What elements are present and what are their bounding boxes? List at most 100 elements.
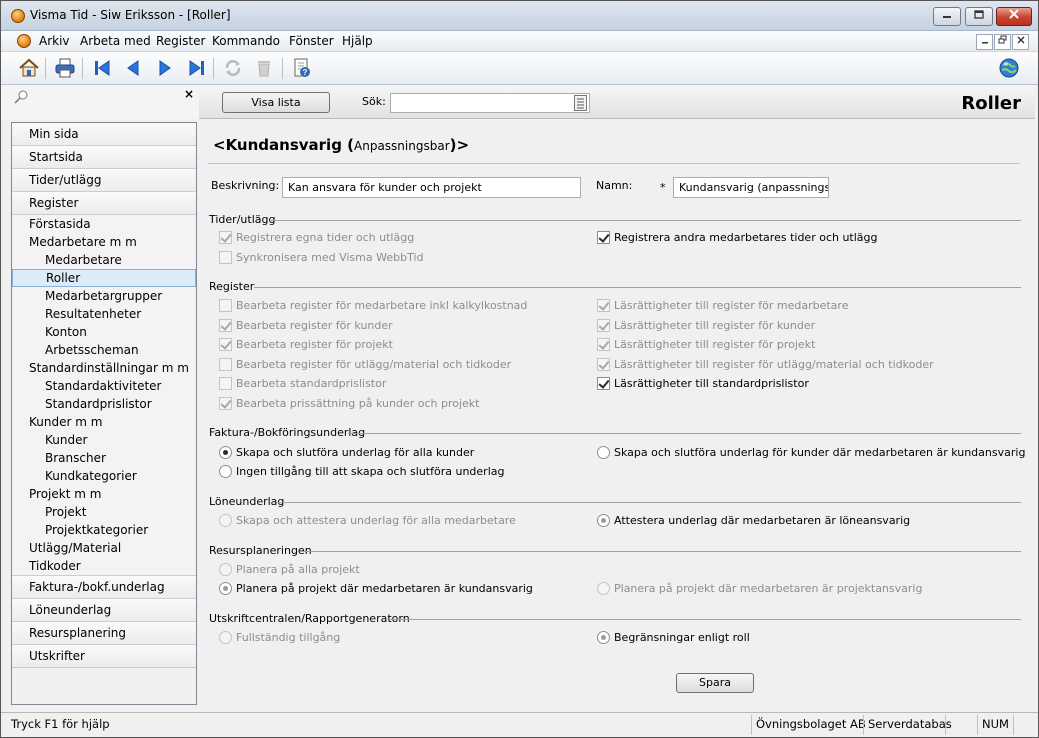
nav-loneunderlag[interactable]: Löneunderlag — [12, 599, 196, 622]
last-record-button[interactable] — [186, 57, 208, 79]
radio-faktura-ingen-tillgang[interactable]: Ingen tillgång till att skapa och slutfö… — [219, 463, 504, 479]
save-button[interactable]: Spara — [676, 673, 754, 693]
nav-projektkategorier[interactable]: Projektkategorier — [12, 521, 196, 539]
menu-app-icon[interactable] — [17, 34, 31, 48]
checkbox-registrera-andras-tider[interactable]: Registrera andra medarbetares tider och … — [597, 229, 878, 245]
home-button[interactable] — [18, 57, 40, 79]
nav-konton[interactable]: Konton — [12, 323, 196, 341]
nav-standardaktiviteter[interactable]: Standardaktiviteter — [12, 377, 196, 395]
nav-standardprislistor[interactable]: Standardprislistor — [12, 395, 196, 413]
delete-button[interactable] — [253, 57, 275, 79]
checkbox-bearbeta-prislistor[interactable]: Bearbeta standardprislistor — [219, 375, 386, 391]
status-bar: Tryck F1 för hjälp Övningsbolaget AB Ser… — [1, 712, 1038, 737]
nav-kundkategorier[interactable]: Kundkategorier — [12, 467, 196, 485]
menu-arbeta-med[interactable]: Arbeta med — [80, 34, 151, 48]
list-icon[interactable] — [574, 95, 587, 111]
nav-utlagg-material[interactable]: Utlägg/Material — [12, 539, 196, 557]
nav-arbetsscheman[interactable]: Arbetsscheman — [12, 341, 196, 359]
nav-medarbetare[interactable]: Medarbetare — [12, 251, 196, 269]
radio-resurs-projektansvarig[interactable]: Planera på projekt där medarbetaren är p… — [597, 580, 922, 596]
print-button[interactable] — [54, 57, 76, 79]
mdi-minimize-button[interactable] — [976, 34, 993, 50]
group-loneunderlag: Löneunderlag — [209, 495, 285, 508]
menu-arkiv[interactable]: Arkiv — [39, 34, 70, 48]
close-icon — [1009, 9, 1019, 19]
menu-kommando[interactable]: Kommando — [212, 34, 280, 48]
description-field[interactable]: Kan ansvara för kunder och projekt — [282, 177, 581, 198]
nav-medarbetare-mm[interactable]: Medarbetare m m — [12, 233, 196, 251]
checkbox-las-medarbetare[interactable]: Läsrättigheter till register för medarbe… — [597, 297, 848, 313]
radio-faktura-alla-kunder[interactable]: Skapa och slutföra underlag för alla kun… — [219, 444, 474, 460]
nav-tider-utlagg[interactable]: Tider/utlägg — [12, 169, 196, 192]
sidebar-close-icon[interactable]: × — [184, 87, 194, 101]
mdi-restore-button[interactable] — [994, 34, 1011, 50]
group-resursplanering: Resursplaneringen — [209, 544, 312, 557]
svg-text:?: ? — [303, 68, 308, 77]
nav-startsida[interactable]: Startsida — [12, 146, 196, 169]
description-label: Beskrivning: — [211, 179, 280, 192]
checkbox-synkronisera-webbtid[interactable]: Synkronisera med Visma WebbTid — [219, 249, 424, 265]
sidebar-header: × — [1, 85, 199, 119]
radio-resurs-kundansvarig[interactable]: Planera på projekt där medarbetaren är k… — [219, 580, 533, 596]
nav-kunder[interactable]: Kunder — [12, 431, 196, 449]
menu-hjalp[interactable]: Hjälp — [342, 34, 373, 48]
web-icon — [999, 58, 1019, 78]
nav-standardinstallningar-mm[interactable]: Standardinställningar m m — [12, 359, 196, 377]
group-utskrift: Utskriftcentralen/Rapportgeneratorn — [209, 612, 410, 625]
nav-forstasida[interactable]: Förstasida — [12, 215, 196, 233]
nav-kunder-mm[interactable]: Kunder m m — [12, 413, 196, 431]
nav-medarbetargrupper[interactable]: Medarbetargrupper — [12, 287, 196, 305]
first-record-button[interactable] — [91, 57, 113, 79]
previous-record-button[interactable] — [122, 57, 144, 79]
web-button[interactable] — [998, 57, 1020, 79]
checkbox-las-kunder[interactable]: Läsrättigheter till register för kunder — [597, 317, 815, 333]
radio-utskrift-begransningar[interactable]: Begränsningar enligt roll — [597, 629, 750, 645]
nav-resursplanering[interactable]: Resursplanering — [12, 622, 196, 645]
nav-projekt-mm[interactable]: Projekt m m — [12, 485, 196, 503]
nav-faktura-bokf-underlag[interactable]: Faktura-/bokf.underlag — [12, 576, 196, 599]
checkbox-bearbeta-projekt[interactable]: Bearbeta register för projekt — [219, 336, 393, 352]
nav-projekt[interactable]: Projekt — [12, 503, 196, 521]
radio-resurs-alla-projekt[interactable]: Planera på alla projekt — [219, 561, 360, 577]
checkbox-bearbeta-prissattning[interactable]: Bearbeta prissättning på kunder och proj… — [219, 395, 479, 411]
checkbox-las-projekt[interactable]: Läsrättigheter till register för projekt — [597, 336, 815, 352]
checkbox-registrera-egna-tider[interactable]: Registrera egna tider och utlägg — [219, 229, 414, 245]
checkbox-las-prislistor[interactable]: Läsrättigheter till standardprislistor — [597, 375, 809, 391]
close-button[interactable] — [996, 7, 1032, 26]
nav-register[interactable]: Register — [12, 192, 196, 215]
page-title: Roller — [961, 93, 1021, 114]
checkbox-las-utlagg[interactable]: Läsrättigheter till register för utlägg/… — [597, 356, 934, 372]
pin-icon[interactable] — [13, 89, 29, 105]
nav-roller[interactable]: Roller — [12, 269, 196, 287]
checkbox-bearbeta-utlagg[interactable]: Bearbeta register för utlägg/material oc… — [219, 356, 511, 372]
mdi-close-button[interactable] — [1012, 34, 1029, 50]
minimize-button[interactable] — [933, 7, 961, 26]
status-database: Serverdatabas — [863, 715, 952, 735]
nav-branscher[interactable]: Branscher — [12, 449, 196, 467]
checkbox-bearbeta-kunder[interactable]: Bearbeta register för kunder — [219, 317, 393, 333]
search-input[interactable] — [390, 93, 590, 113]
name-label: Namn: — [596, 179, 633, 192]
next-record-button[interactable] — [154, 57, 176, 79]
nav-resultatenheter[interactable]: Resultatenheter — [12, 305, 196, 323]
radio-lone-alla[interactable]: Skapa och attestera underlag för alla me… — [219, 512, 516, 528]
close-icon — [1017, 36, 1024, 44]
show-list-button[interactable]: Visa lista — [222, 92, 330, 113]
menu-fonster[interactable]: Fönster — [289, 34, 334, 48]
maximize-button[interactable] — [965, 7, 993, 26]
refresh-button[interactable] — [222, 57, 244, 79]
status-grip — [1013, 715, 1037, 735]
radio-faktura-kundansvarig[interactable]: Skapa och slutföra underlag för kunder d… — [597, 444, 1025, 460]
radio-lone-loneansvarig[interactable]: Attestera underlag där medarbetaren är l… — [597, 512, 910, 528]
radio-utskrift-fullstandig[interactable]: Fullständig tillgång — [219, 629, 340, 645]
delete-icon — [258, 61, 270, 77]
nav-min-sida[interactable]: Min sida — [12, 123, 196, 146]
name-field[interactable]: Kundansvarig (anpassningsbar) — [673, 177, 829, 198]
nav-tidkoder[interactable]: Tidkoder — [12, 557, 196, 575]
checkbox-bearbeta-medarbetare[interactable]: Bearbeta register för medarbetare inkl k… — [219, 297, 527, 313]
menu-register[interactable]: Register — [156, 34, 205, 48]
help-button[interactable]: ? — [291, 57, 313, 79]
toolbar: ? — [1, 52, 1038, 85]
status-empty — [945, 715, 977, 735]
nav-utskrifter[interactable]: Utskrifter — [12, 645, 196, 668]
